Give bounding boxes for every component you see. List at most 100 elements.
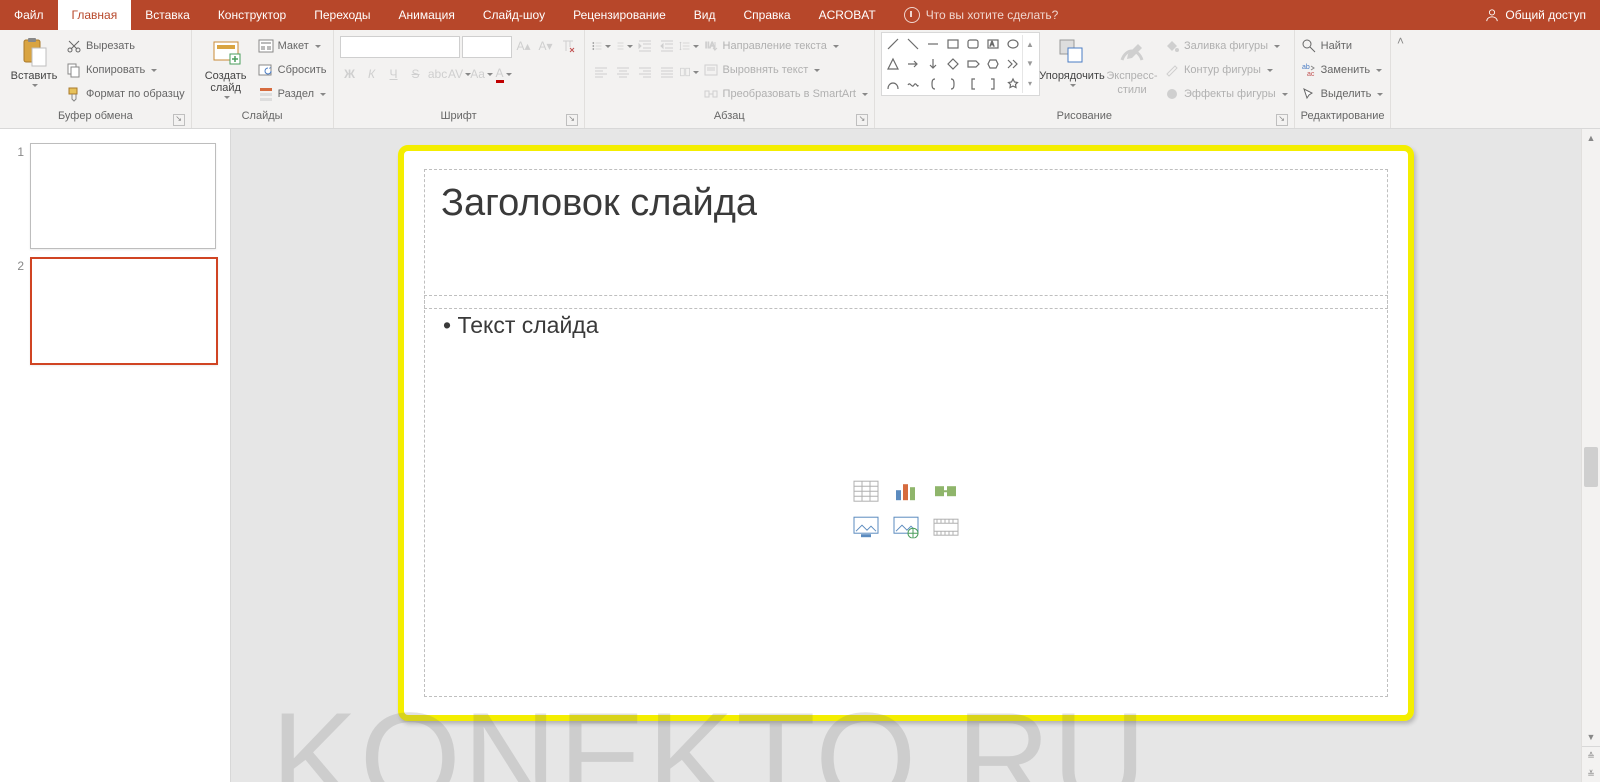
tab-slideshow[interactable]: Слайд-шоу <box>469 0 559 30</box>
shape-star-icon[interactable] <box>1004 75 1022 93</box>
align-left-button[interactable] <box>591 62 611 82</box>
dialog-launcher[interactable]: ↘ <box>856 114 868 126</box>
strike-button[interactable]: S <box>406 64 426 84</box>
tab-animation[interactable]: Анимация <box>385 0 469 30</box>
underline-button[interactable]: Ч <box>384 64 404 84</box>
paste-button[interactable]: Вставить <box>6 32 62 87</box>
shape-rect-icon[interactable] <box>944 35 962 53</box>
shape-penta-icon[interactable] <box>964 55 982 73</box>
thumbnail-slide-1[interactable] <box>30 143 216 249</box>
align-center-button[interactable] <box>613 62 633 82</box>
font-size-combo[interactable] <box>462 36 512 58</box>
thumbnail-slide-2[interactable] <box>30 257 218 365</box>
insert-table-icon[interactable] <box>849 476 883 506</box>
tab-home[interactable]: Главная <box>58 0 132 30</box>
slide-thumbnails-panel[interactable]: 1 2 <box>0 129 231 782</box>
tab-design[interactable]: Конструктор <box>204 0 300 30</box>
shape-outline-button[interactable]: Контур фигуры <box>1164 60 1288 80</box>
shape-brace1-icon[interactable] <box>924 75 942 93</box>
scroll-track[interactable] <box>1582 147 1600 728</box>
tab-help[interactable]: Справка <box>729 0 804 30</box>
smartart-button[interactable]: Преобразовать в SmartArt <box>703 84 868 104</box>
replace-button[interactable]: abac Заменить <box>1301 60 1384 80</box>
slide[interactable]: Заголовок слайда • Текст слайда <box>404 151 1408 715</box>
reset-button[interactable]: Сбросить <box>258 60 327 80</box>
grow-font-button[interactable]: A▴ <box>514 36 534 56</box>
shape-arrow-icon[interactable] <box>904 55 922 73</box>
shape-arrowdown-icon[interactable] <box>924 55 942 73</box>
gallery-down[interactable]: ▼ <box>1023 54 1037 73</box>
increase-indent-button[interactable] <box>657 36 677 56</box>
bold-button[interactable]: Ж <box>340 64 360 84</box>
thumbnail-row[interactable]: 1 <box>0 139 230 253</box>
insert-online-picture-icon[interactable] <box>889 512 923 542</box>
layout-button[interactable]: Макет <box>258 36 327 56</box>
shape-line-icon[interactable] <box>884 35 902 53</box>
scroll-down-button[interactable]: ▼ <box>1582 728 1600 746</box>
tab-file[interactable]: Файл <box>0 0 58 30</box>
shape-fill-button[interactable]: Заливка фигуры <box>1164 36 1288 56</box>
format-painter-button[interactable]: Формат по образцу <box>66 84 185 104</box>
change-case-button[interactable]: Aa <box>472 64 492 84</box>
italic-button[interactable]: К <box>362 64 382 84</box>
shape-bracket1-icon[interactable] <box>964 75 982 93</box>
justify-button[interactable] <box>657 62 677 82</box>
shape-triangle-icon[interactable] <box>884 55 902 73</box>
shape-line3-icon[interactable] <box>924 35 942 53</box>
quick-styles-button[interactable]: Экспресс- стили <box>1104 32 1160 96</box>
columns-button[interactable] <box>679 62 699 82</box>
tab-view[interactable]: Вид <box>680 0 730 30</box>
title-placeholder[interactable]: Заголовок слайда <box>424 169 1388 309</box>
shape-wave-icon[interactable] <box>904 75 922 93</box>
dialog-launcher[interactable]: ↘ <box>1276 114 1288 126</box>
shape-oval-icon[interactable] <box>1004 35 1022 53</box>
shape-diamond-icon[interactable] <box>944 55 962 73</box>
shape-roundrect-icon[interactable] <box>964 35 982 53</box>
shape-brace2-icon[interactable] <box>944 75 962 93</box>
dialog-launcher[interactable]: ↘ <box>173 114 185 126</box>
thumbnail-row[interactable]: 2 <box>0 253 230 369</box>
align-right-button[interactable] <box>635 62 655 82</box>
shape-curve-icon[interactable] <box>884 75 902 93</box>
shrink-font-button[interactable]: A▾ <box>536 36 556 56</box>
find-button[interactable]: Найти <box>1301 36 1384 56</box>
font-color-button[interactable]: A <box>494 64 514 84</box>
section-button[interactable]: Раздел <box>258 84 327 104</box>
shapes-gallery[interactable]: A ▲ <box>881 32 1040 96</box>
font-name-combo[interactable] <box>340 36 460 58</box>
share-button[interactable]: Общий доступ <box>1471 0 1600 30</box>
numbering-button[interactable] <box>613 36 633 56</box>
char-spacing-button[interactable]: AV <box>450 64 470 84</box>
vertical-scrollbar[interactable]: ▲ ▼ ≙ ≚ <box>1581 129 1600 782</box>
select-button[interactable]: Выделить <box>1301 84 1384 104</box>
tab-transitions[interactable]: Переходы <box>300 0 384 30</box>
new-slide-button[interactable]: Создать слайд <box>198 32 254 99</box>
body-placeholder[interactable]: • Текст слайда <box>424 295 1388 697</box>
slide-canvas-area[interactable]: Заголовок слайда • Текст слайда KONEKTO.… <box>231 129 1581 782</box>
copy-button[interactable]: Копировать <box>66 60 185 80</box>
shape-effects-button[interactable]: Эффекты фигуры <box>1164 84 1288 104</box>
tab-review[interactable]: Рецензирование <box>559 0 680 30</box>
insert-smartart-icon[interactable] <box>929 476 963 506</box>
insert-chart-icon[interactable] <box>889 476 923 506</box>
tab-insert[interactable]: Вставка <box>131 0 204 30</box>
shape-chev-icon[interactable] <box>1004 55 1022 73</box>
insert-picture-icon[interactable] <box>849 512 883 542</box>
insert-video-icon[interactable] <box>929 512 963 542</box>
next-slide-button[interactable]: ≚ <box>1582 765 1600 782</box>
arrange-button[interactable]: Упорядочить <box>1044 32 1100 87</box>
collapse-ribbon-button[interactable]: ˄ <box>1390 30 1409 128</box>
align-text-button[interactable]: Выровнять текст <box>703 60 868 80</box>
tab-acrobat[interactable]: ACROBAT <box>805 0 890 30</box>
bullets-button[interactable] <box>591 36 611 56</box>
shape-bracket2-icon[interactable] <box>984 75 1002 93</box>
shadow-button[interactable]: abc <box>428 64 448 84</box>
clear-format-button[interactable] <box>558 36 578 56</box>
shape-line2-icon[interactable] <box>904 35 922 53</box>
cut-button[interactable]: Вырезать <box>66 36 185 56</box>
shape-textbox-icon[interactable]: A <box>984 35 1002 53</box>
text-direction-button[interactable]: ІІА Направление текста <box>703 36 868 56</box>
decrease-indent-button[interactable] <box>635 36 655 56</box>
scroll-up-button[interactable]: ▲ <box>1582 129 1600 147</box>
gallery-up[interactable]: ▲ <box>1023 35 1037 54</box>
